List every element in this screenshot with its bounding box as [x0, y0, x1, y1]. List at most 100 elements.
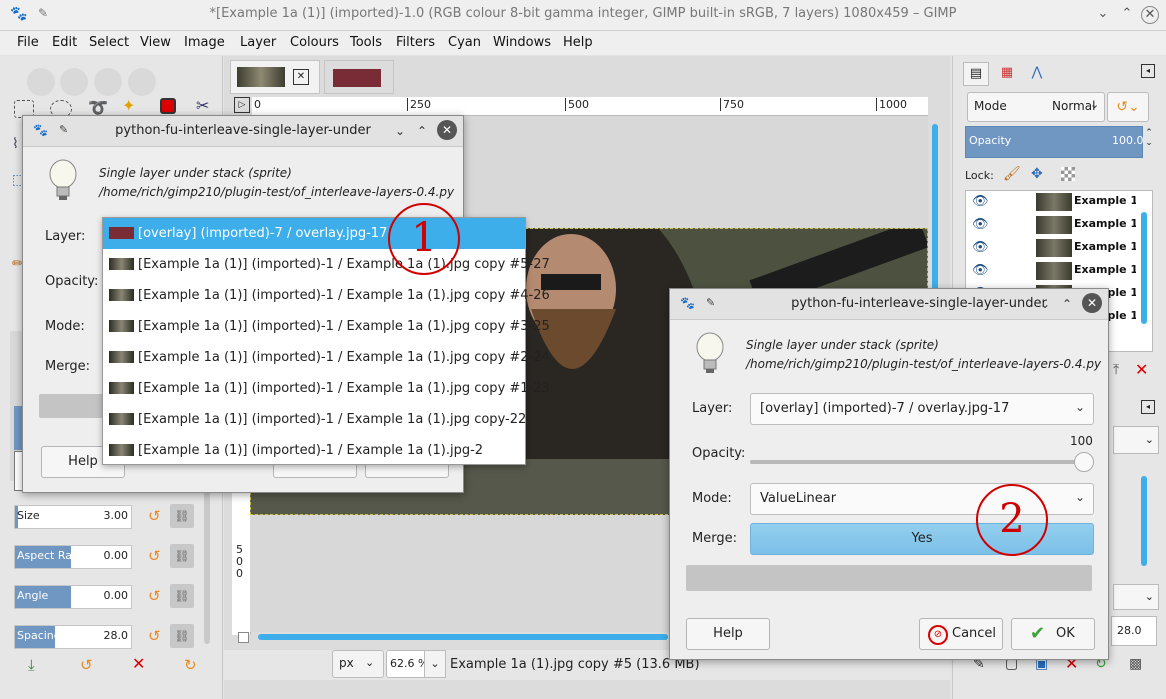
menu-select[interactable]: Select — [89, 35, 129, 50]
layer-row[interactable]: 👁 Example 1a — [966, 237, 1136, 259]
opacity-slider-handle[interactable] — [1074, 452, 1094, 472]
layers-scrollbar[interactable] — [1141, 212, 1147, 324]
menu-layer[interactable]: Layer — [240, 35, 276, 50]
horizontal-scrollbar[interactable] — [258, 634, 668, 640]
menu-tools[interactable]: Tools — [350, 35, 382, 50]
aspect-ratio-slider[interactable]: Aspect Ratio 0.00 — [14, 545, 132, 569]
restore-options-icon[interactable]: ↺ — [80, 656, 93, 674]
angle-slider[interactable]: Angle 0.00 — [14, 585, 132, 609]
reset-options-icon[interactable]: ↻ — [184, 656, 197, 674]
minimize-icon[interactable]: ⌄ — [391, 122, 409, 140]
dropdown-option[interactable]: [Example 1a (1)] (imported)-1 / Example … — [103, 373, 550, 404]
eye-icon[interactable]: 👁 — [972, 240, 990, 256]
dropdown-option[interactable]: [Example 1a (1)] (imported)-1 / Example … — [103, 311, 550, 342]
spacing-spin[interactable]: 28.0 — [1111, 616, 1157, 646]
mode-combo[interactable]: Mode Normal ⌄ — [967, 92, 1105, 122]
unit-combo[interactable]: px ⌄ — [332, 650, 384, 678]
eye-icon[interactable]: 👁 — [972, 217, 990, 233]
image-tab-example[interactable]: ✕ — [230, 60, 320, 94]
layers-delete-icon[interactable]: ✕ — [1135, 360, 1148, 379]
layer-row[interactable]: 👁 Example 1a — [966, 191, 1136, 213]
dock-menu-icon[interactable]: ◂ — [1141, 64, 1155, 78]
menu-colours[interactable]: Colours — [290, 35, 339, 50]
layer-combo[interactable]: [overlay] (imported)-7 / overlay.jpg-17 … — [750, 393, 1094, 425]
maximize-icon[interactable]: ⌃ — [413, 122, 431, 140]
angle-chain-icon[interactable]: ⛓ — [170, 584, 194, 608]
spacing-slider[interactable]: Spacing 28.0 — [14, 625, 132, 649]
maximize-icon[interactable]: ⌃ — [1118, 5, 1136, 23]
lock-alpha-icon[interactable] — [1061, 167, 1075, 181]
menu-image[interactable]: Image — [184, 35, 225, 50]
menu-help[interactable]: Help — [563, 35, 593, 50]
layer-dropdown-list[interactable]: [overlay] (imported)-7 / overlay.jpg-17 … — [102, 217, 550, 466]
dock-tab-layers-icon[interactable]: ▤ — [963, 62, 989, 86]
eye-icon[interactable]: 👁 — [972, 194, 990, 210]
dock2-menu-icon[interactable]: ◂ — [1141, 400, 1155, 414]
help-button[interactable]: Help — [686, 618, 770, 650]
option-label: [Example 1a (1)] (imported)-1 / Example … — [138, 288, 550, 303]
opacity-value: 100 — [1070, 434, 1093, 448]
aspect-reset-icon[interactable]: ↺ — [148, 548, 164, 564]
layer-row[interactable]: 👁 Example 1a — [966, 260, 1136, 282]
zoom-dropdown-button[interactable]: ⌄ — [424, 650, 446, 678]
mode-reset-button[interactable]: ↺⌄ — [1107, 92, 1149, 122]
dropdown-option-selected[interactable]: [overlay] (imported)-7 / overlay.jpg-17 — [103, 218, 525, 249]
size-slider[interactable]: Size 3.00 — [14, 505, 132, 529]
lock-pixels-icon[interactable]: 🖌 — [1003, 166, 1021, 182]
layer-name: Example 1a — [1074, 194, 1136, 207]
canvas-corner-check[interactable] — [238, 632, 249, 643]
menu-edit[interactable]: Edit — [52, 35, 77, 50]
spacing-chain-icon[interactable]: ⛓ — [170, 624, 194, 648]
color-select-icon[interactable] — [160, 98, 176, 114]
dock-tab-channels-icon[interactable]: ▦ — [995, 62, 1019, 84]
menu-view[interactable]: View — [140, 35, 171, 50]
cancel-button[interactable]: ⊘ Cancel — [919, 618, 1003, 650]
dropdown-option[interactable]: [Example 1a (1)] (imported)-1 / Example … — [103, 280, 550, 311]
spacing-label: Spacing — [17, 629, 61, 642]
dock-tab-paths-icon[interactable]: ⋀ — [1025, 62, 1049, 84]
menu-windows[interactable]: Windows — [493, 35, 551, 50]
lightbulb-icon — [49, 159, 77, 200]
spacing-reset-icon[interactable]: ↺ — [148, 628, 164, 644]
opacity-spin-button[interactable]: ⌃ ⌄ — [1143, 128, 1155, 156]
nav-toggle-icon[interactable]: ▷ — [234, 97, 250, 113]
dock-footer-grid-icon[interactable]: ▩ — [1129, 656, 1142, 672]
dock3-combo[interactable]: ⌄ — [1113, 584, 1159, 610]
opacity-slider[interactable]: Opacity 100.0 — [965, 126, 1144, 158]
tab-close-icon[interactable]: ✕ — [293, 69, 309, 85]
menu-filters[interactable]: Filters — [396, 35, 435, 50]
layer-thumb — [109, 351, 134, 363]
dock2-scrollbar[interactable] — [1141, 476, 1147, 566]
dialog-1-titlebar[interactable]: 🐾 ✎ python-fu-interleave-single-layer-un… — [23, 116, 463, 147]
size-chain-icon[interactable]: ⛓ — [170, 504, 194, 528]
layers-footer-icon-up[interactable]: ⤒ — [1113, 362, 1119, 378]
layer-row[interactable]: 👁 Example 1a — [966, 214, 1136, 236]
delete-options-icon[interactable]: ✕ — [132, 654, 145, 673]
image-tab-overlay[interactable] — [324, 60, 394, 94]
close-icon[interactable]: ✕ — [437, 120, 457, 140]
maximize-icon[interactable]: ⌃ — [1058, 295, 1076, 313]
angle-reset-icon[interactable]: ↺ — [148, 588, 164, 604]
ok-button[interactable]: ✔ OK — [1011, 618, 1095, 650]
dock2-combo[interactable]: ⌄ — [1113, 426, 1159, 454]
minimize-icon[interactable]: ⌄ — [1094, 5, 1112, 23]
opacity-slider-track[interactable] — [750, 452, 1094, 472]
menu-file[interactable]: File — [17, 35, 39, 50]
dialog-2-titlebar[interactable]: 🐾 ✎ python-fu-interleave-single-layer-un… — [670, 289, 1108, 320]
save-options-icon[interactable]: ⤓ — [28, 656, 35, 674]
dropdown-option[interactable]: [Example 1a (1)] (imported)-1 / Example … — [103, 342, 550, 373]
eye-icon[interactable]: 👁 — [972, 263, 990, 279]
minimize-icon[interactable]: ⌄ — [1036, 295, 1054, 313]
dropdown-option[interactable]: [Example 1a (1)] (imported)-1 / Example … — [103, 249, 550, 280]
lock-position-icon[interactable]: ✥ — [1031, 166, 1043, 182]
size-reset-icon[interactable]: ↺ — [148, 508, 164, 524]
status-info: Example 1a (1).jpg copy #5 (13.6 MB) — [450, 657, 700, 672]
menu-cyan[interactable]: Cyan — [448, 35, 481, 50]
close-icon[interactable]: ✕ — [1141, 6, 1159, 24]
option-label: [Example 1a (1)] (imported)-1 / Example … — [138, 257, 550, 272]
close-icon[interactable]: ✕ — [1082, 293, 1102, 313]
dropdown-option[interactable]: [Example 1a (1)] (imported)-1 / Example … — [103, 435, 525, 466]
aspect-chain-icon[interactable]: ⛓ — [170, 544, 194, 568]
dropdown-option[interactable]: [Example 1a (1)] (imported)-1 / Example … — [103, 404, 526, 435]
pin-icon[interactable]: ✎ — [706, 296, 715, 309]
